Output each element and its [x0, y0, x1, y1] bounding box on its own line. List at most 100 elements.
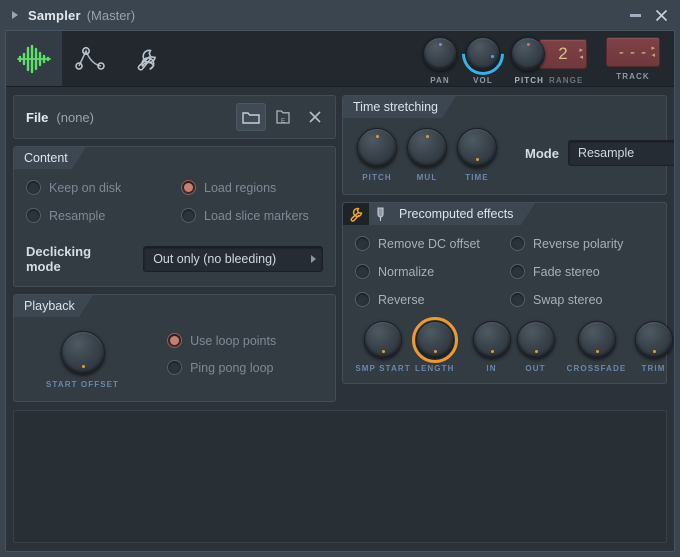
expand-arrow-icon[interactable]	[12, 11, 18, 19]
crossfade-indicator	[595, 350, 599, 353]
declicking-row: Declicking mode Out only (no bleeding)	[14, 235, 335, 286]
open-file-button[interactable]	[236, 103, 266, 131]
ts-time-knob[interactable]	[457, 128, 497, 168]
ts-time-label: TIME	[465, 173, 489, 182]
radio-circle-icon	[167, 333, 183, 348]
track-value: - - -	[618, 43, 648, 61]
radio-keep-on-disk[interactable]: Keep on disk	[26, 180, 181, 195]
tab-misc[interactable]	[118, 31, 174, 87]
sampler-window: Sampler (Master) PAN VOL 2 ▸ ◂ PITCH RAN…	[0, 0, 680, 557]
playback-options: Use loop points Ping pong loop	[167, 333, 276, 375]
declicking-mode-select[interactable]: Out only (no bleeding)	[143, 246, 323, 272]
radio-load-regions[interactable]: Load regions	[181, 180, 323, 195]
close-icon	[655, 9, 667, 21]
smp-start-group: SMP START	[355, 321, 410, 373]
file-group: File (none) E	[13, 95, 336, 139]
crossfade-knob[interactable]	[577, 321, 616, 359]
time-stretching-mode: Mode Resample	[525, 140, 674, 166]
start-offset-group: START OFFSET	[46, 331, 119, 389]
time-stretching-group: Time stretching PITCH MUL TIME Mode Resa…	[342, 95, 674, 195]
precomputed-pin-button[interactable]	[369, 203, 391, 225]
vol-label: VOL	[473, 76, 493, 85]
playback-header-tab: Playback	[14, 295, 93, 317]
range-value: 2	[558, 44, 568, 63]
in-label: IN	[486, 364, 497, 373]
vol-knob[interactable]	[453, 31, 513, 84]
radio-fade-stereo[interactable]: Fade stereo	[510, 264, 654, 279]
radio-load-slice-markers[interactable]: Load slice markers	[181, 208, 323, 223]
close-icon	[309, 111, 321, 123]
tab-sample[interactable]	[6, 31, 62, 87]
pitch-indicator	[527, 43, 530, 46]
in-knob[interactable]	[472, 321, 511, 359]
clear-file-button[interactable]	[300, 103, 330, 131]
minimize-button[interactable]	[622, 2, 648, 28]
length-knob[interactable]	[411, 317, 458, 363]
track-display[interactable]: - - - ▸ ◂	[606, 37, 660, 67]
length-group: LENGTH	[411, 317, 458, 373]
radio-label: Load slice markers	[204, 208, 309, 223]
radio-remove-dc-offset[interactable]: Remove DC offset	[355, 236, 510, 251]
content-header: Content	[14, 147, 335, 169]
smp-start-indicator	[382, 350, 385, 353]
radio-resample[interactable]: Resample	[26, 208, 181, 223]
trim-group: TRIM	[634, 321, 673, 373]
precomputed-wrench-button[interactable]	[343, 203, 369, 225]
right-column: Time stretching PITCH MUL TIME Mode Resa…	[342, 95, 674, 402]
radio-circle-icon	[510, 236, 525, 251]
content-options: Keep on disk Load regions Resample Load …	[26, 180, 323, 223]
file-buttons: E	[236, 103, 330, 131]
pitch-knob[interactable]	[511, 37, 545, 71]
pan-label: PAN	[430, 76, 450, 85]
window-subtitle: (Master)	[86, 7, 136, 23]
folder-export-icon: E	[275, 110, 290, 124]
playback-body: START OFFSET Use loop points Ping pong l…	[14, 317, 335, 401]
file-value: (none)	[56, 109, 94, 125]
radio-normalize[interactable]: Normalize	[355, 264, 510, 279]
content-title: Content	[24, 151, 68, 165]
mode-value: Resample	[577, 146, 635, 160]
out-knob[interactable]	[516, 321, 555, 359]
trim-label: TRIM	[641, 364, 666, 373]
crossfade-label: CROSSFADE	[566, 364, 627, 373]
ts-mul-knob[interactable]	[407, 128, 447, 168]
save-file-button[interactable]: E	[268, 103, 298, 131]
tab-envelope[interactable]	[62, 31, 118, 87]
radio-label: Reverse polarity	[533, 236, 624, 251]
minimize-icon	[629, 13, 641, 17]
smp-start-knob[interactable]	[364, 321, 402, 359]
window-title: Sampler	[28, 7, 81, 23]
precomputed-effects-header-tab: Precomputed effects	[343, 203, 536, 225]
mode-select[interactable]: Resample	[567, 140, 674, 166]
precomputed-effects-body: Remove DC offset Reverse polarity Normal…	[343, 225, 666, 311]
track-stepper-icon: ▸ ◂	[651, 44, 656, 59]
declicking-label: Declicking mode	[26, 244, 92, 274]
start-offset-knob[interactable]	[60, 331, 105, 375]
time-stretching-knobs: PITCH MUL TIME	[357, 128, 497, 182]
trim-knob[interactable]	[634, 321, 673, 359]
crossfade-group: CROSSFADE	[567, 321, 625, 373]
range-stepper-icon: ▸ ◂	[579, 46, 583, 61]
in-indicator	[490, 350, 494, 353]
radio-reverse-polarity[interactable]: Reverse polarity	[510, 236, 654, 251]
radio-circle-icon	[181, 180, 196, 195]
radio-reverse[interactable]: Reverse	[355, 292, 510, 307]
out-group: OUT	[516, 321, 555, 373]
range-display[interactable]: 2 ▸ ◂	[539, 39, 587, 69]
file-label: File	[26, 109, 49, 125]
radio-label: Swap stereo	[533, 292, 603, 307]
radio-ping-pong-loop[interactable]: Ping pong loop	[167, 360, 276, 375]
ts-pitch-knob[interactable]	[357, 128, 397, 168]
radio-circle-icon	[355, 292, 370, 307]
radio-swap-stereo[interactable]: Swap stereo	[510, 292, 654, 307]
start-offset-indicator	[81, 365, 85, 368]
panels-area: File (none) E Content Keep on disk Load …	[6, 87, 674, 402]
radio-use-loop-points[interactable]: Use loop points	[167, 333, 276, 348]
waveform-display[interactable]	[13, 410, 667, 543]
out-label: OUT	[525, 364, 546, 373]
playback-header: Playback	[14, 295, 335, 317]
left-column: File (none) E Content Keep on disk Load …	[13, 95, 336, 402]
close-button[interactable]	[648, 2, 674, 28]
radio-circle-icon	[355, 236, 370, 251]
pan-knob[interactable]	[423, 37, 457, 71]
